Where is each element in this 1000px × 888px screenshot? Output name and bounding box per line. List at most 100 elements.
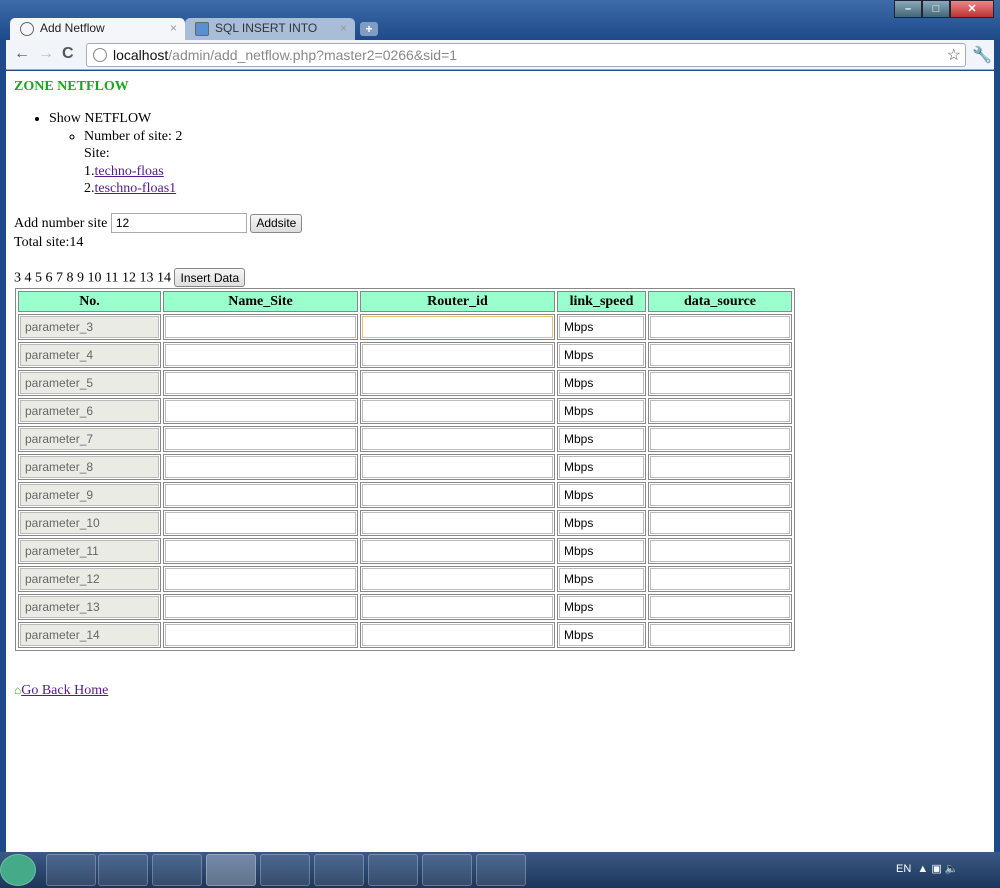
router-id-input[interactable] [362,568,553,590]
data-source-input[interactable] [650,456,790,478]
back-icon[interactable]: ← [14,45,30,63]
link-speed-input[interactable]: Mbps [559,400,644,422]
name-site-input[interactable] [165,456,356,478]
chrome-icon[interactable] [206,854,256,886]
users-icon[interactable] [314,854,364,886]
data-source-input[interactable] [650,624,790,646]
address-bar[interactable]: localhost/admin/add_netflow.php?master2=… [86,43,966,67]
name-site-input[interactable] [165,372,356,394]
add-number-input[interactable] [110,213,247,233]
link-speed-input[interactable]: Mbps [559,540,644,562]
table-cell: Mbps [557,538,646,564]
column-header: No. [18,291,161,312]
name-site-input[interactable] [165,596,356,618]
tab-add-netflow[interactable]: Add Netflow × [10,18,185,40]
data-source-input[interactable] [650,512,790,534]
router-id-input[interactable] [362,484,553,506]
link-speed-input[interactable]: Mbps [559,568,644,590]
router-id-input[interactable] [362,316,553,338]
ie-icon[interactable] [152,854,202,886]
name-site-input[interactable] [165,540,356,562]
link-speed-input[interactable]: Mbps [559,596,644,618]
minimize-button[interactable]: – [894,0,922,18]
insert-data-button[interactable]: Insert Data [174,268,246,287]
name-site-input[interactable] [165,344,356,366]
addsite-button[interactable]: Addsite [250,213,303,233]
link-speed-input[interactable]: Mbps [559,372,644,394]
link-speed-input[interactable]: Mbps [559,344,644,366]
outlook-icon[interactable] [368,854,418,886]
name-site-input[interactable] [165,484,356,506]
name-site-input[interactable] [165,512,356,534]
maximize-button[interactable]: □ [922,0,950,18]
name-site-input[interactable] [165,316,356,338]
close-tab-icon[interactable]: × [170,21,177,35]
volume-icon[interactable]: 🔈 [945,863,959,875]
forward-icon[interactable]: → [38,45,54,63]
link-speed-input[interactable]: Mbps [559,456,644,478]
link-speed-input[interactable]: Mbps [559,316,644,338]
close-tab-icon[interactable]: × [340,21,347,35]
wrench-icon[interactable]: 🔧 [972,45,992,65]
link-speed-input[interactable]: Mbps [559,624,644,646]
tray-arrow-icon[interactable]: ▲ [917,863,928,875]
site-label: Site: [84,146,110,161]
language-indicator[interactable]: EN [896,863,911,875]
go-back-home-link[interactable]: Go Back Home [21,683,108,698]
router-id-input[interactable] [362,596,553,618]
parameter-field[interactable] [20,568,159,590]
data-source-input[interactable] [650,540,790,562]
reload-icon[interactable]: C [62,45,74,63]
router-id-input[interactable] [362,428,553,450]
parameter-field[interactable] [20,456,159,478]
data-source-input[interactable] [650,568,790,590]
network-icon[interactable]: ▣ [931,863,941,875]
router-id-input[interactable] [362,344,553,366]
site-link-1[interactable]: techno-floas [95,164,164,179]
data-source-input[interactable] [650,344,790,366]
table-cell [18,314,161,340]
parameter-field[interactable] [20,484,159,506]
parameter-field[interactable] [20,512,159,534]
router-id-input[interactable] [362,400,553,422]
star-icon[interactable]: ☆ [947,45,961,65]
parameter-field[interactable] [20,428,159,450]
name-site-input[interactable] [165,624,356,646]
data-source-input[interactable] [650,484,790,506]
data-source-input[interactable] [650,428,790,450]
router-id-input[interactable] [362,540,553,562]
name-site-input[interactable] [165,428,356,450]
link-speed-input[interactable]: Mbps [559,484,644,506]
router-id-input[interactable] [362,456,553,478]
parameter-field[interactable] [20,624,159,646]
parameter-field[interactable] [20,596,159,618]
link-speed-input[interactable]: Mbps [559,512,644,534]
media-player-icon[interactable] [98,854,148,886]
close-window-button[interactable]: ✕ [950,0,994,18]
data-source-input[interactable] [650,596,790,618]
start-button[interactable] [0,854,36,886]
parameter-field[interactable] [20,316,159,338]
parameter-field[interactable] [20,344,159,366]
name-site-input[interactable] [165,568,356,590]
link-speed-input[interactable]: Mbps [559,428,644,450]
tab-sql-insert[interactable]: SQL INSERT INTO × [185,18,355,40]
app-icon[interactable] [422,854,472,886]
router-id-input[interactable] [362,512,553,534]
data-source-input[interactable] [650,372,790,394]
parameter-field[interactable] [20,540,159,562]
router-id-input[interactable] [362,372,553,394]
parameter-field[interactable] [20,372,159,394]
router-id-input[interactable] [362,624,553,646]
parameter-field[interactable] [20,400,159,422]
table-cell: Mbps [557,622,646,648]
site-link-2[interactable]: teschno-floas1 [95,181,177,196]
chat-icon[interactable] [476,854,526,886]
new-tab-button[interactable]: + [360,22,378,36]
data-source-input[interactable] [650,316,790,338]
folder-icon[interactable] [260,854,310,886]
name-site-input[interactable] [165,400,356,422]
data-source-input[interactable] [650,400,790,422]
tab-label: SQL INSERT INTO [215,21,318,35]
firefox-icon[interactable] [46,854,96,886]
